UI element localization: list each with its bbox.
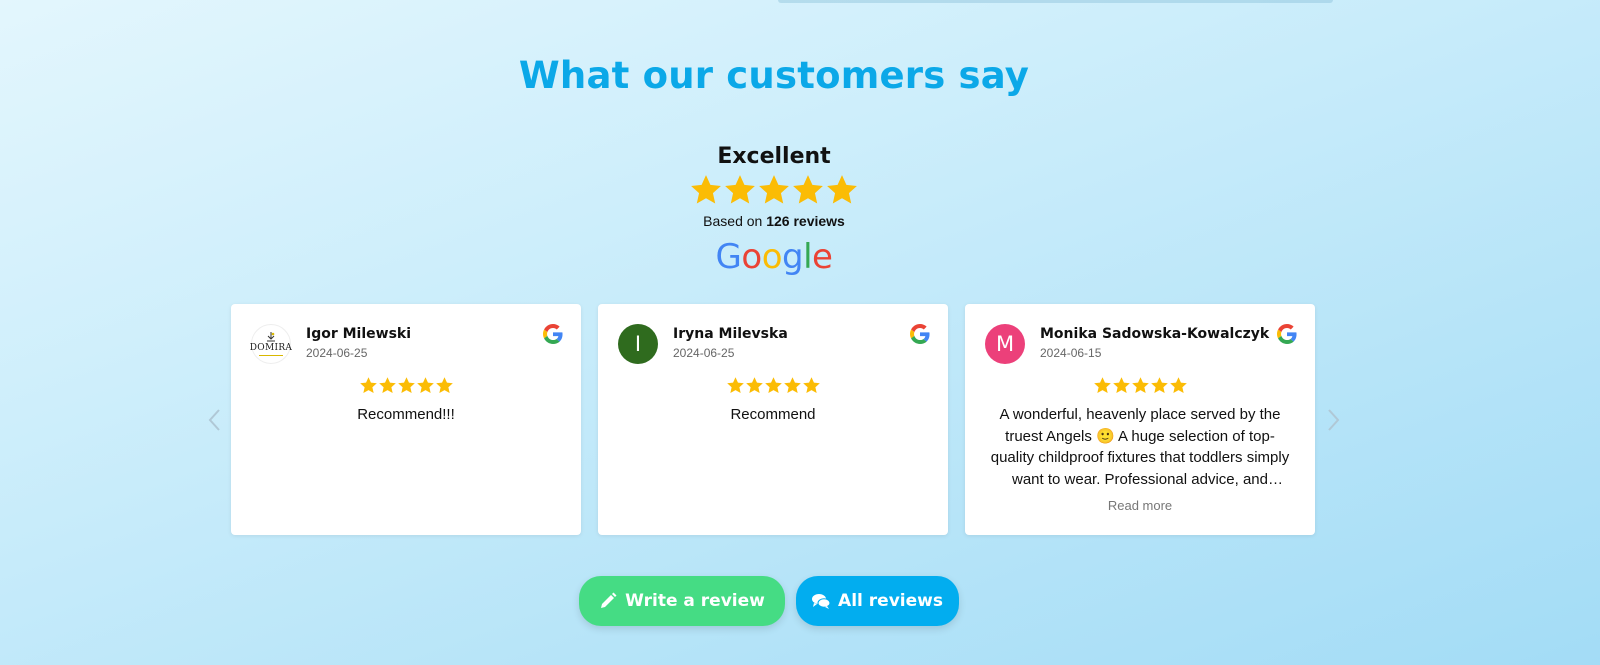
card-stars [965,376,1315,395]
review-card: I Iryna Milevska 2024-06-25 Recommend [598,304,948,535]
google-g-icon[interactable] [543,324,563,344]
review-text: Recommend!!! [357,406,455,423]
star-icon [759,175,789,204]
star-icon [416,377,434,394]
summary-stars [0,173,1548,209]
star-icon [691,175,721,204]
rating-summary: Excellent Based on 126 reviews Google [0,144,1548,277]
reviews-carousel: DOMIRA Igor Milewski 2024-06-25 Recommen… [200,304,1348,536]
avatar: I [618,324,658,364]
google-logo-letter: G [715,237,742,277]
reviewer-name: Igor Milewski [306,326,412,342]
review-card: M Monika Sadowska-Kowalczyk 2024-06-15 A… [965,304,1315,535]
avatar: DOMIRA [249,324,293,364]
star-icon [1131,377,1149,394]
star-icon [359,377,377,394]
star-icon [1093,377,1111,394]
review-text: A wonderful, heavenly place served by th… [990,406,1290,488]
review-card: DOMIRA Igor Milewski 2024-06-25 Recommen… [231,304,581,535]
write-review-label: Write a review [625,591,765,611]
star-icon [378,377,396,394]
google-g-icon[interactable] [910,324,930,344]
review-date: 2024-06-15 [1040,346,1102,360]
review-count: 126 reviews [766,213,845,229]
star-icon [1112,377,1130,394]
card-stars [231,376,581,395]
reviewer-name: Iryna Milevska [673,326,788,342]
top-strip [778,0,1333,3]
read-more-link[interactable]: Read more [965,498,1315,513]
star-icon [1169,377,1187,394]
google-logo-letter: o [741,237,762,277]
chevron-right-icon [1328,409,1340,431]
star-icon [783,377,801,394]
next-arrow[interactable] [1322,408,1346,432]
reviewer-name: Monika Sadowska-Kowalczyk [1040,326,1270,342]
review-text: Recommend [730,406,816,423]
star-icon [745,377,763,394]
google-logo-letter: l [803,237,813,277]
section-heading: What our customers say [518,54,1030,97]
star-icon [827,175,857,204]
review-date: 2024-06-25 [306,346,368,360]
all-reviews-button[interactable]: All reviews [796,576,959,626]
logo-underline [259,355,283,356]
google-logo-letter: e [812,237,833,277]
star-icon [726,377,744,394]
google-g-icon[interactable] [1277,324,1297,344]
star-icon [397,377,415,394]
google-logo-letter: g [782,237,804,277]
write-review-button[interactable]: Write a review [579,576,785,626]
star-icon [725,175,755,204]
star-icon [435,377,453,394]
google-logo-letter: o [761,237,783,277]
avatar: M [985,324,1025,364]
google-logo: Google [0,237,1548,277]
prev-arrow[interactable] [202,408,226,432]
based-on-text: Based on 126 reviews [0,213,1548,229]
star-icon [802,377,820,394]
card-stars [598,376,948,395]
chat-bubbles-icon [812,594,831,609]
chevron-left-icon [208,409,220,431]
all-reviews-label: All reviews [838,591,943,611]
review-date: 2024-06-25 [673,346,735,360]
based-prefix: Based on [703,213,763,229]
pencil-icon [601,592,617,608]
star-icon [1150,377,1168,394]
star-icon [764,377,782,394]
avatar-logo-text: DOMIRA [249,343,293,353]
rating-word: Excellent [717,144,831,169]
star-icon [793,175,823,204]
